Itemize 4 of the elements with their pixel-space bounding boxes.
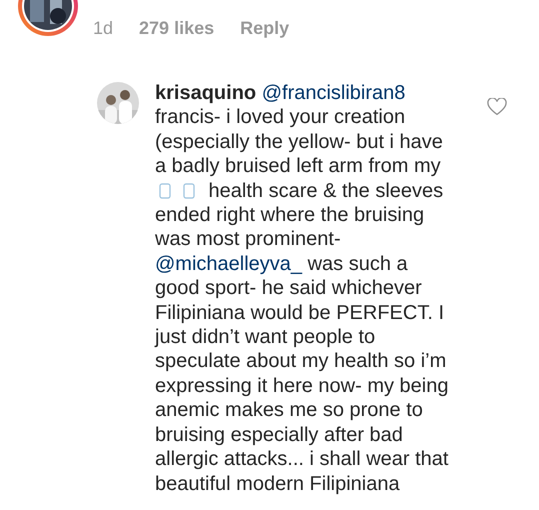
mention-link[interactable]: @michaelleyva_ — [155, 252, 302, 275]
comment-text: krisaquino @francislibiran8 francis- i loved your creation (especially the yellow- but i have a badly bruised left arm from my health scare & the sleeves ended right where the bruising was most prominent- @michaelleyva_ was such a good sport- he said whichever Filipiniana would be PERFECT. I just didn’t want people to speculate about my health so i’m expressing it here now- my being anemic makes me so prone to bruising especially after bad allergic attacks... i shall wear that beautiful modern Filipiniana — [155, 81, 450, 496]
comment-time: 1d — [93, 18, 114, 39]
mention-link[interactable]: @francislibiran8 — [262, 82, 406, 104]
